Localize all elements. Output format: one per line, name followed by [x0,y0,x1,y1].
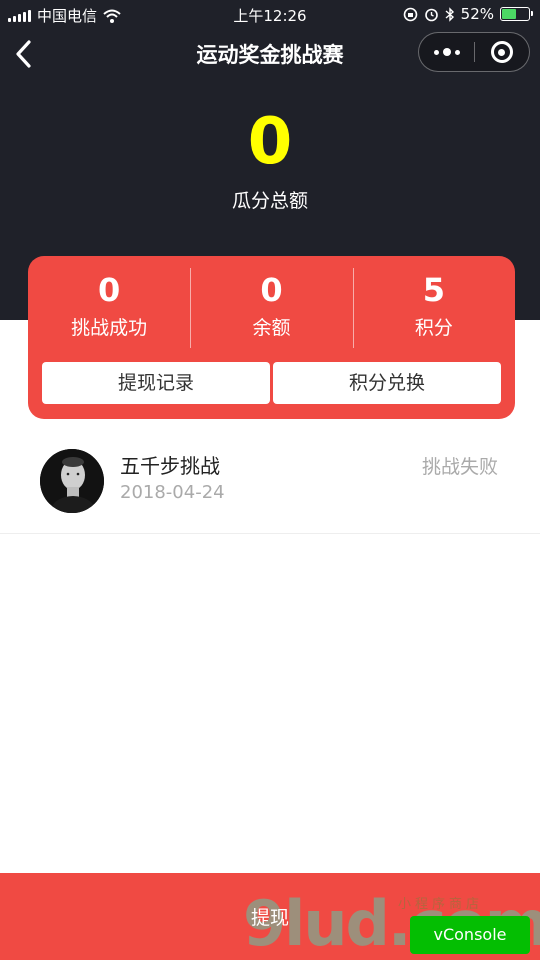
status-bar: 中国电信 上午12:26 52% [0,0,540,28]
more-button[interactable] [419,33,474,71]
card-buttons: 提现记录 积分兑换 [42,362,501,404]
record-date: 2018-04-24 [120,482,225,503]
bluetooth-icon [445,6,454,22]
battery-fill [502,9,516,19]
stat-value: 0 [98,271,121,309]
bottom-bar: 9lud.com 小程序商店 提现 vConsole [0,873,540,960]
stat-label: 挑战成功 [71,317,148,339]
menu-capsule [418,32,530,72]
lock-rotation-icon [403,7,417,21]
stat-points: 5 积分 [352,268,515,352]
total-label: 瓜分总额 [231,190,308,212]
list-item[interactable]: 五千步挑战 2018-04-24 挑战失败 [0,432,540,534]
status-right: 52% [403,5,533,23]
total-amount: 0 [247,105,293,179]
stat-label: 余额 [252,317,291,339]
stat-label: 积分 [414,317,453,339]
alarm-icon [424,8,438,21]
stats-row: 0 挑战成功 0 余额 5 积分 [28,268,515,352]
record-title: 五千步挑战 [120,454,220,478]
battery-icon [500,7,533,21]
stat-balance: 0 余额 [190,268,352,352]
avatar [40,449,104,513]
target-close-icon [490,41,513,63]
more-dots-icon [454,49,460,55]
stats-card: 0 挑战成功 0 余额 5 积分 提现记录 积分兑换 [28,256,515,419]
user-photo-icon [40,449,104,513]
close-button[interactable] [475,33,529,71]
points-exchange-button[interactable]: 积分兑换 [273,362,501,404]
battery-percent: 52% [460,5,494,23]
record-status: 挑战失败 [421,456,498,478]
more-dots-icon [433,49,439,55]
withdraw-record-button[interactable]: 提现记录 [42,362,270,404]
vconsole-button[interactable]: vConsole [410,916,530,954]
stat-success: 0 挑战成功 [28,268,190,352]
navigation-bar: 运动奖金挑战赛 [0,28,540,80]
stat-value: 0 [260,271,283,309]
more-dots-icon [442,48,451,56]
stat-value: 5 [422,271,445,309]
